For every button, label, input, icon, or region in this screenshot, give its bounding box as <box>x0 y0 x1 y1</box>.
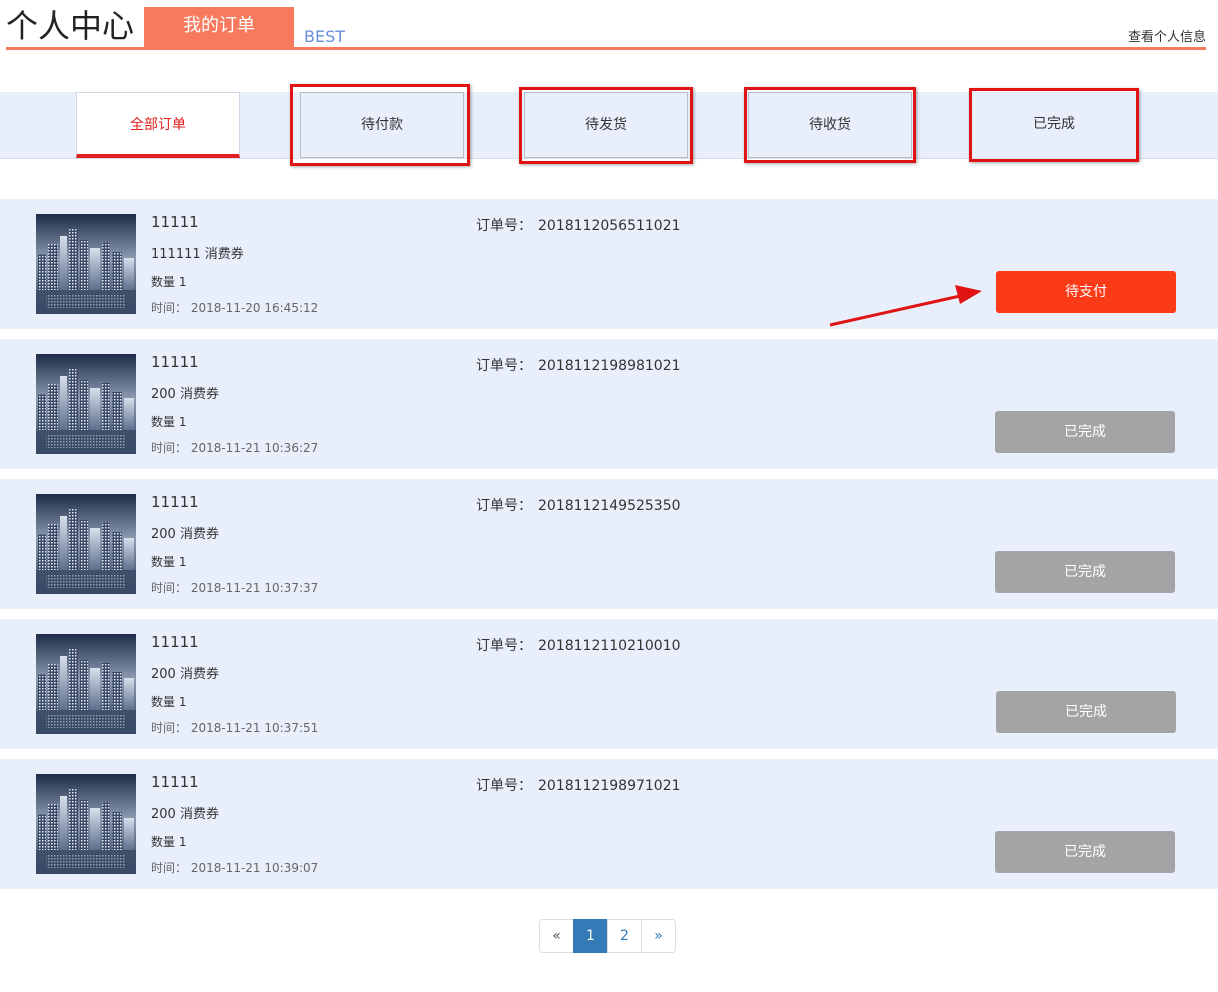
order-number: 订单号： 2018112056511021 <box>476 215 681 235</box>
order-number-label: 订单号： <box>476 218 532 234</box>
product-image[interactable] <box>36 494 136 594</box>
next-page-button[interactable]: » <box>641 919 676 953</box>
completed-button[interactable]: 已完成 <box>996 691 1176 733</box>
completed-button[interactable]: 已完成 <box>995 551 1175 593</box>
tab-pending-shipment[interactable]: 待发货 <box>524 92 688 158</box>
order-number-value: 2018112198981021 <box>538 358 681 374</box>
order-number-label: 订单号： <box>476 498 532 514</box>
product-description: 111111 消费券 <box>151 247 244 262</box>
product-description: 200 消费券 <box>151 667 219 682</box>
order-time: 时间： 2018-11-21 10:37:51 <box>151 721 319 735</box>
completed-button[interactable]: 已完成 <box>995 411 1175 453</box>
order-time: 时间： 2018-11-21 10:37:37 <box>151 581 319 595</box>
tab-all-orders[interactable]: 全部订单 <box>76 92 240 158</box>
product-image[interactable] <box>36 774 136 874</box>
product-name: 11111 <box>151 353 199 371</box>
order-status-tabs: 全部订单 待付款 待发货 待收货 已完成 <box>0 92 1218 159</box>
order-number: 订单号： 2018112198971021 <box>476 775 681 795</box>
product-name: 11111 <box>151 493 199 511</box>
product-name: 11111 <box>151 773 199 791</box>
page-title: 个人中心 <box>6 7 135 45</box>
order-row: 11111 200 消费券 数量 1 时间： 2018-11-21 10:36:… <box>0 339 1218 469</box>
order-row: 11111 200 消费券 数量 1 时间： 2018-11-21 10:37:… <box>0 479 1218 609</box>
order-time: 时间： 2018-11-21 10:36:27 <box>151 441 319 455</box>
product-name: 11111 <box>151 633 199 651</box>
order-row: 11111 111111 消费券 数量 1 时间： 2018-11-20 16:… <box>0 199 1218 329</box>
tab-completed[interactable]: 已完成 <box>972 92 1136 158</box>
product-description: 200 消费券 <box>151 807 219 822</box>
order-number-label: 订单号： <box>476 778 532 794</box>
my-orders-tab[interactable]: 我的订单 <box>144 7 294 47</box>
order-number: 订单号： 2018112198981021 <box>476 355 681 375</box>
order-time: 时间： 2018-11-21 10:39:07 <box>151 861 319 875</box>
pagination: « 1 2 » <box>539 919 676 953</box>
order-number-value: 2018112149525350 <box>538 498 681 514</box>
pay-button[interactable]: 待支付 <box>996 271 1176 313</box>
product-quantity: 数量 1 <box>151 835 187 849</box>
product-quantity: 数量 1 <box>151 275 187 289</box>
order-number: 订单号： 2018112149525350 <box>476 495 681 515</box>
view-profile-link[interactable]: 查看个人信息 <box>1128 30 1206 46</box>
order-number-value: 2018112198971021 <box>538 778 681 794</box>
header-divider <box>6 47 1206 50</box>
product-quantity: 数量 1 <box>151 555 187 569</box>
page-2-button[interactable]: 2 <box>607 919 642 953</box>
product-image[interactable] <box>36 214 136 314</box>
product-quantity: 数量 1 <box>151 695 187 709</box>
order-number: 订单号： 2018112110210010 <box>476 635 681 655</box>
product-name: 11111 <box>151 213 199 231</box>
order-time: 时间： 2018-11-20 16:45:12 <box>151 301 319 315</box>
product-image[interactable] <box>36 634 136 734</box>
order-row: 11111 200 消费券 数量 1 时间： 2018-11-21 10:37:… <box>0 619 1218 749</box>
order-number-label: 订单号： <box>476 638 532 654</box>
order-number-value: 2018112056511021 <box>538 218 681 234</box>
product-image[interactable] <box>36 354 136 454</box>
tab-pending-receipt[interactable]: 待收货 <box>748 92 912 158</box>
brand-text: BEST <box>304 27 346 46</box>
page-1-button[interactable]: 1 <box>573 919 608 953</box>
order-row: 11111 200 消费券 数量 1 时间： 2018-11-21 10:39:… <box>0 759 1218 889</box>
order-number-label: 订单号： <box>476 358 532 374</box>
prev-page-button[interactable]: « <box>539 919 574 953</box>
order-number-value: 2018112110210010 <box>538 638 681 654</box>
tab-pending-payment[interactable]: 待付款 <box>300 92 464 158</box>
product-quantity: 数量 1 <box>151 415 187 429</box>
page-header: 个人中心 我的订单 BEST 查看个人信息 <box>0 0 1218 50</box>
completed-button[interactable]: 已完成 <box>995 831 1175 873</box>
product-description: 200 消费券 <box>151 387 219 402</box>
product-description: 200 消费券 <box>151 527 219 542</box>
